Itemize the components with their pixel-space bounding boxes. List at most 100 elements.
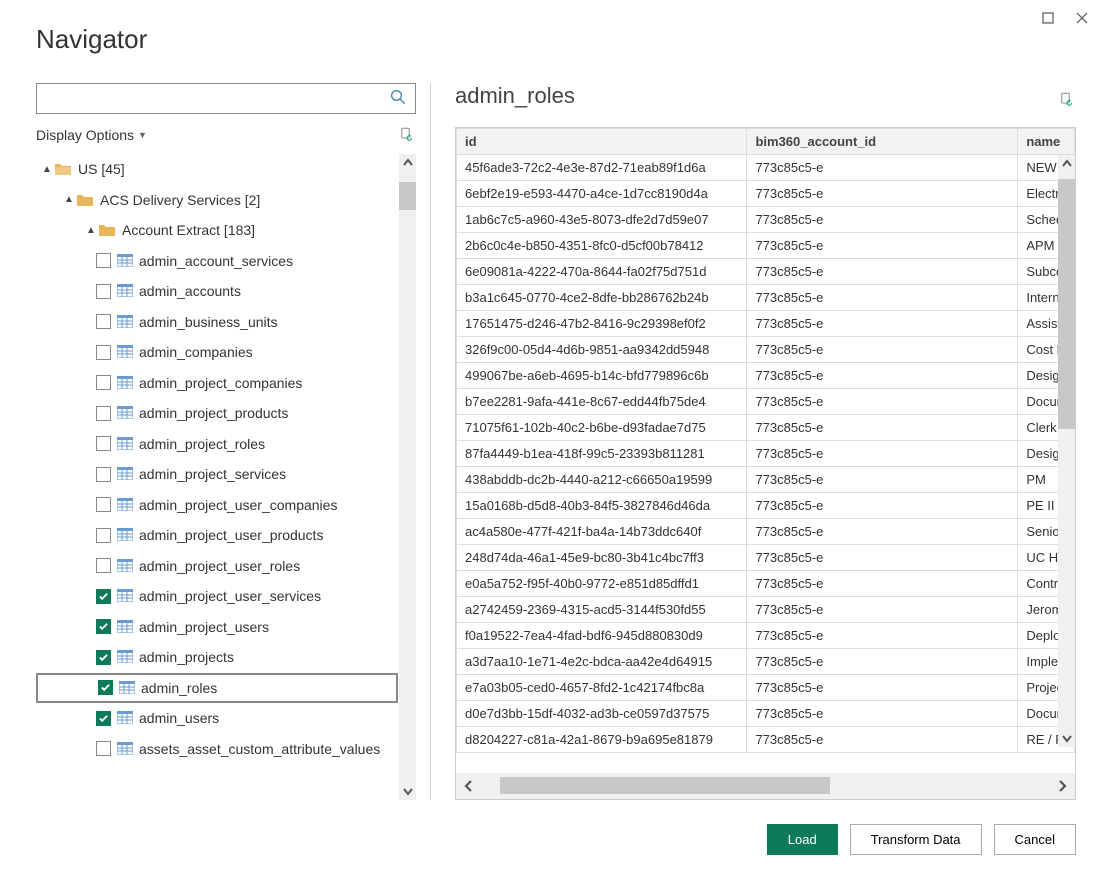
table-row[interactable]: 45f6ade3-72c2-4e3e-87d2-71eab89f1d6a773c… <box>457 155 1075 181</box>
table-row[interactable]: 499067be-a6eb-4695-b14c-bfd779896c6b773c… <box>457 363 1075 389</box>
tree-item[interactable]: admin_companies <box>36 337 398 368</box>
table-horizontal-scrollbar[interactable] <box>456 773 1075 799</box>
tree-item[interactable]: admin_roles <box>36 673 398 704</box>
scrollbar-thumb[interactable] <box>399 182 416 210</box>
table-row[interactable]: 6ebf2e19-e593-4470-a4ce-1d7cc8190d4a773c… <box>457 181 1075 207</box>
scroll-up-arrow[interactable] <box>1058 155 1075 173</box>
scroll-left-arrow[interactable] <box>456 773 482 799</box>
tree-item[interactable]: admin_project_users <box>36 612 398 643</box>
table-row[interactable]: ac4a580e-477f-421f-ba4a-14b73ddc640f773c… <box>457 519 1075 545</box>
collapse-icon[interactable]: ▲ <box>40 164 54 175</box>
table-row[interactable]: d8204227-c81a-42a1-8679-b9a695e81879773c… <box>457 727 1075 753</box>
scroll-right-arrow[interactable] <box>1049 773 1075 799</box>
cancel-button[interactable]: Cancel <box>994 824 1076 855</box>
checkbox[interactable] <box>96 619 111 634</box>
checkbox[interactable] <box>96 436 111 451</box>
tree-item-label: admin_business_units <box>139 314 278 330</box>
table-row[interactable]: a2742459-2369-4315-acd5-3144f530fd55773c… <box>457 597 1075 623</box>
table-vertical-scrollbar[interactable] <box>1058 155 1075 747</box>
tree-item[interactable]: admin_project_companies <box>36 368 398 399</box>
tree-vertical-scrollbar[interactable] <box>399 154 416 800</box>
checkbox[interactable] <box>96 375 111 390</box>
table-row[interactable]: 71075f61-102b-40c2-b6be-d93fadae7d75773c… <box>457 415 1075 441</box>
preview-table[interactable]: id bim360_account_id name 45f6ade3-72c2-… <box>456 128 1075 753</box>
tree-item[interactable]: admin_projects <box>36 642 398 673</box>
table-row[interactable]: b3a1c645-0770-4ce2-8dfe-bb286762b24b773c… <box>457 285 1075 311</box>
scroll-down-arrow[interactable] <box>1058 729 1075 747</box>
tree-folder-us[interactable]: ▲ US [45] <box>36 154 398 185</box>
table-row[interactable]: 2b6c0c4e-b850-4351-8fc0-d5cf00b78412773c… <box>457 233 1075 259</box>
tree-folder-extract[interactable]: ▲ Account Extract [183] <box>36 215 398 246</box>
checkbox[interactable] <box>96 467 111 482</box>
table-row[interactable]: 248d74da-46a1-45e9-bc80-3b41c4bc7ff3773c… <box>457 545 1075 571</box>
table-cell: b3a1c645-0770-4ce2-8dfe-bb286762b24b <box>457 285 747 311</box>
tree-item[interactable]: admin_project_user_roles <box>36 551 398 582</box>
table-row[interactable]: d0e7d3bb-15df-4032-ad3b-ce0597d37575773c… <box>457 701 1075 727</box>
checkbox[interactable] <box>96 284 111 299</box>
column-header-account[interactable]: bim360_account_id <box>747 129 1018 155</box>
table-cell: d0e7d3bb-15df-4032-ad3b-ce0597d37575 <box>457 701 747 727</box>
tree-item[interactable]: admin_project_products <box>36 398 398 429</box>
tree-item[interactable]: assets_asset_custom_attribute_values <box>36 734 398 765</box>
scroll-up-arrow[interactable] <box>399 154 416 172</box>
table-row[interactable]: 1ab6c7c5-a960-43e5-8073-dfe2d7d59e07773c… <box>457 207 1075 233</box>
column-header-id[interactable]: id <box>457 129 747 155</box>
maximize-button[interactable] <box>1040 10 1056 26</box>
table-cell: 1ab6c7c5-a960-43e5-8073-dfe2d7d59e07 <box>457 207 747 233</box>
tree-item[interactable]: admin_users <box>36 703 398 734</box>
scroll-down-arrow[interactable] <box>399 782 416 800</box>
checkbox[interactable] <box>96 650 111 665</box>
table-row[interactable]: a3d7aa10-1e71-4e2c-bdca-aa42e4d64915773c… <box>457 649 1075 675</box>
column-header-name[interactable]: name <box>1018 129 1075 155</box>
refresh-preview-icon[interactable] <box>1058 91 1076 109</box>
checkbox[interactable] <box>96 253 111 268</box>
checkbox[interactable] <box>96 528 111 543</box>
tree-item[interactable]: admin_accounts <box>36 276 398 307</box>
tree-item[interactable]: admin_project_user_companies <box>36 490 398 521</box>
table-row[interactable]: e7a03b05-ced0-4657-8fd2-1c42174fbc8a773c… <box>457 675 1075 701</box>
table-row[interactable]: 87fa4449-b1ea-418f-99c5-23393b811281773c… <box>457 441 1075 467</box>
tree-item[interactable]: admin_account_services <box>36 246 398 277</box>
table-icon <box>117 254 133 268</box>
search-box[interactable] <box>36 83 416 114</box>
display-options-dropdown[interactable]: Display Options ▼ <box>36 127 147 143</box>
nav-tree[interactable]: ▲ US [45] ▲ ACS Delivery Services [2] <box>36 154 398 800</box>
table-row[interactable]: 17651475-d246-47b2-8416-9c29398ef0f2773c… <box>457 311 1075 337</box>
tree-item[interactable]: admin_project_user_services <box>36 581 398 612</box>
tree-item[interactable]: admin_business_units <box>36 307 398 338</box>
checkbox[interactable] <box>96 345 111 360</box>
checkbox[interactable] <box>96 741 111 756</box>
dialog-title: Navigator <box>36 24 1076 55</box>
checkbox[interactable] <box>96 497 111 512</box>
checkbox[interactable] <box>96 558 111 573</box>
transform-data-button[interactable]: Transform Data <box>850 824 982 855</box>
search-input[interactable] <box>45 89 389 109</box>
collapse-icon[interactable]: ▲ <box>62 194 76 205</box>
table-row[interactable]: f0a19522-7ea4-4fad-bdf6-945d880830d9773c… <box>457 623 1075 649</box>
checkbox[interactable] <box>96 711 111 726</box>
checkbox[interactable] <box>96 406 111 421</box>
scrollbar-thumb[interactable] <box>500 777 830 794</box>
search-icon[interactable] <box>389 88 407 109</box>
tree-item[interactable]: admin_project_user_products <box>36 520 398 551</box>
load-button[interactable]: Load <box>767 824 838 855</box>
refresh-icon[interactable] <box>398 126 416 144</box>
table-row[interactable]: e0a5a752-f95f-40b0-9772-e851d85dffd1773c… <box>457 571 1075 597</box>
table-row[interactable]: 6e09081a-4222-470a-8644-fa02f75d751d773c… <box>457 259 1075 285</box>
preview-title: admin_roles <box>455 83 575 109</box>
collapse-icon[interactable]: ▲ <box>84 225 98 236</box>
checkbox[interactable] <box>98 680 113 695</box>
table-row[interactable]: 15a0168b-d5d8-40b3-84f5-3827846d46da773c… <box>457 493 1075 519</box>
table-row[interactable]: 326f9c00-05d4-4d6b-9851-aa9342dd5948773c… <box>457 337 1075 363</box>
table-cell: 45f6ade3-72c2-4e3e-87d2-71eab89f1d6a <box>457 155 747 181</box>
table-cell: 773c85c5-e <box>747 441 1018 467</box>
checkbox[interactable] <box>96 314 111 329</box>
close-button[interactable] <box>1074 10 1090 26</box>
table-row[interactable]: b7ee2281-9afa-441e-8c67-edd44fb75de4773c… <box>457 389 1075 415</box>
tree-item[interactable]: admin_project_roles <box>36 429 398 460</box>
table-row[interactable]: 438abddb-dc2b-4440-a212-c66650a19599773c… <box>457 467 1075 493</box>
checkbox[interactable] <box>96 589 111 604</box>
tree-folder-acs[interactable]: ▲ ACS Delivery Services [2] <box>36 185 398 216</box>
scrollbar-thumb[interactable] <box>1058 179 1075 429</box>
tree-item[interactable]: admin_project_services <box>36 459 398 490</box>
